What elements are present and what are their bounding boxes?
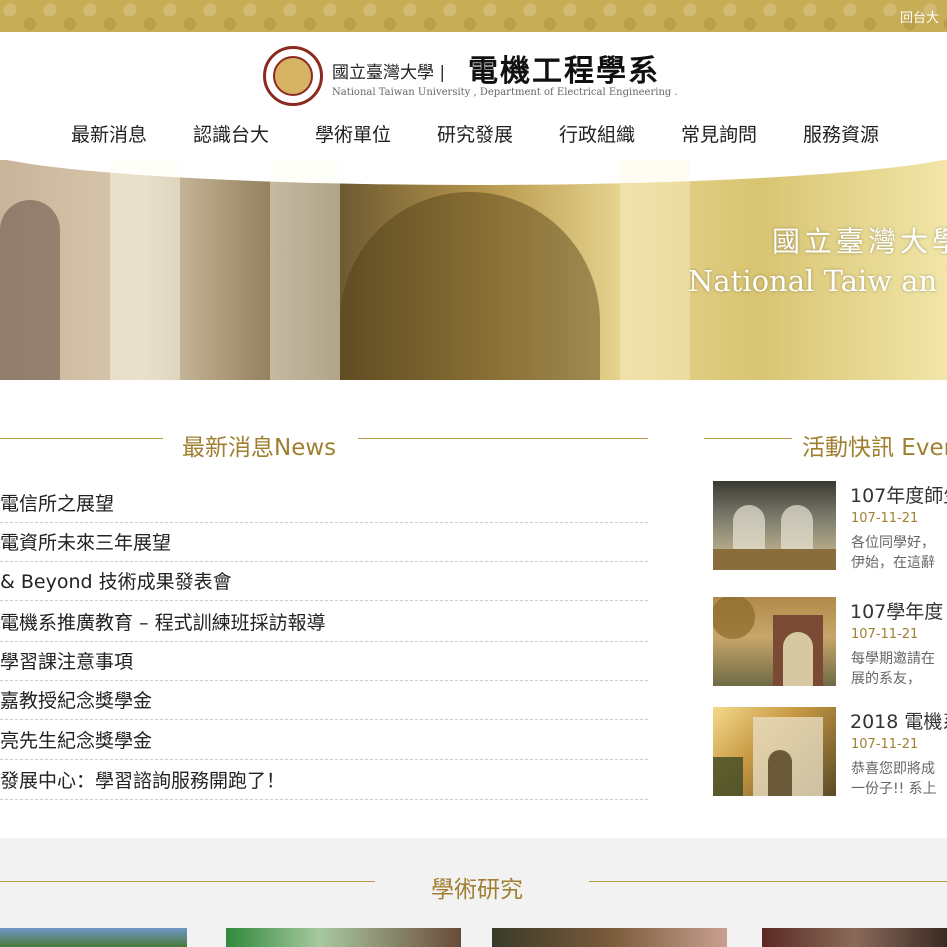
news-item[interactable]: 亮先生紀念獎學金 [0,721,648,760]
news-item-title: 學習課注意事項 [0,651,134,673]
news-item[interactable]: 發展中心：學習諮詢服務開跑了！ [0,761,648,800]
department-name: 電機工程學系 [468,54,660,89]
news-item[interactable]: 嘉教授紀念獎學金 [0,681,648,720]
nav-item-research[interactable]: 研究發展 [414,120,536,147]
news-item-title: & Beyond 技術成果發表會 [0,571,232,593]
news-item[interactable]: 電信所之展望 [0,484,648,523]
research-thumbnail[interactable] [226,928,461,947]
news-item[interactable]: 電資所未來三年展望 [0,523,648,562]
nav-item-faq[interactable]: 常見詢問 [658,120,780,147]
banner-window [0,200,60,380]
banner-arch [340,192,600,380]
nav-item-administration[interactable]: 行政組織 [536,120,658,147]
news-item-title: 電機系推廣教育 – 程式訓練班採訪報導 [0,612,326,634]
news-item-title: 發展中心：學習諮詢服務開跑了！ [0,770,286,792]
ntu-logo[interactable] [263,46,323,106]
banner-column [270,160,340,380]
event-date: 107-11-21 [851,737,919,752]
nav-item-resources[interactable]: 服務資源 [780,120,902,147]
back-to-ntu-link[interactable]: 回台大 [900,7,939,26]
news-title-rule-left [0,438,163,439]
hero-title-en: National Taiw an University [688,264,947,298]
top-bar: 回台大 [0,0,947,32]
news-item-title: 嘉教授紀念獎學金 [0,690,153,712]
event-title[interactable]: 2018 電機系 [850,707,947,734]
window-arches-image [713,505,836,570]
event-desc-line: 展的系友， [851,671,921,687]
news-title-rule-right [358,438,648,439]
events-title-rule-left [704,438,792,439]
hero-title-cn: 國立臺灣大學 [772,225,947,258]
news-section-title: 最新消息News [182,435,337,461]
event-thumbnail[interactable] [713,597,836,686]
event-thumbnail[interactable] [713,707,836,796]
nav-item-academics[interactable]: 學術單位 [292,120,414,147]
logo-emblem [273,56,313,96]
event-date: 107-11-21 [851,511,919,526]
news-item-title: 電資所未來三年展望 [0,532,172,554]
event-title[interactable]: 107年度師生 [850,481,947,508]
event-date: 107-11-21 [851,627,919,642]
main-nav: 最新消息 認識台大 學術單位 研究發展 行政組織 常見詢問 服務資源 [48,120,902,147]
event-desc-line: 各位同學好， [851,535,935,551]
nav-item-news[interactable]: 最新消息 [48,120,170,147]
event-title[interactable]: 107學年度 [850,597,943,624]
research-thumbnail[interactable] [762,928,947,947]
university-name: 國立臺灣大學 | [332,63,446,83]
nav-item-about-ntu[interactable]: 認識台大 [170,120,292,147]
news-item-title: 亮先生紀念獎學金 [0,730,153,752]
hero-banner: 國立臺灣大學 National Taiw an University [0,160,947,380]
research-thumbnail[interactable] [492,928,727,947]
news-item[interactable]: 電機系推廣教育 – 程式訓練班採訪報導 [0,603,648,642]
research-title-rule-right [589,881,947,882]
event-desc-line: 每學期邀請在 [851,651,935,667]
event-desc-line: 伊始，在這辭 [851,555,935,571]
event-desc: 各位同學好， 伊始，在這辭 [851,533,947,573]
events-section-title: 活動快訊 Events [802,435,947,461]
research-thumbnail[interactable] [0,928,187,947]
event-desc: 恭喜您即將成 一份子!! 系上 [851,759,947,799]
brand-subtitle: National Taiwan University , Department … [332,87,678,98]
event-desc-line: 一份子!! 系上 [851,781,937,797]
event-desc-line: 恭喜您即將成 [851,761,935,777]
campus-gate-image [713,597,823,686]
research-section-title: 學術研究 [431,877,523,903]
campus-building-image [713,717,823,796]
event-desc: 每學期邀請在 展的系友， [851,649,947,689]
news-item[interactable]: & Beyond 技術成果發表會 [0,562,648,601]
banner-column [620,160,690,380]
event-thumbnail[interactable] [713,481,836,570]
news-item[interactable]: 學習課注意事項 [0,642,648,681]
banner-column [110,160,180,380]
research-title-rule-left [0,881,375,882]
news-item-title: 電信所之展望 [0,493,115,515]
